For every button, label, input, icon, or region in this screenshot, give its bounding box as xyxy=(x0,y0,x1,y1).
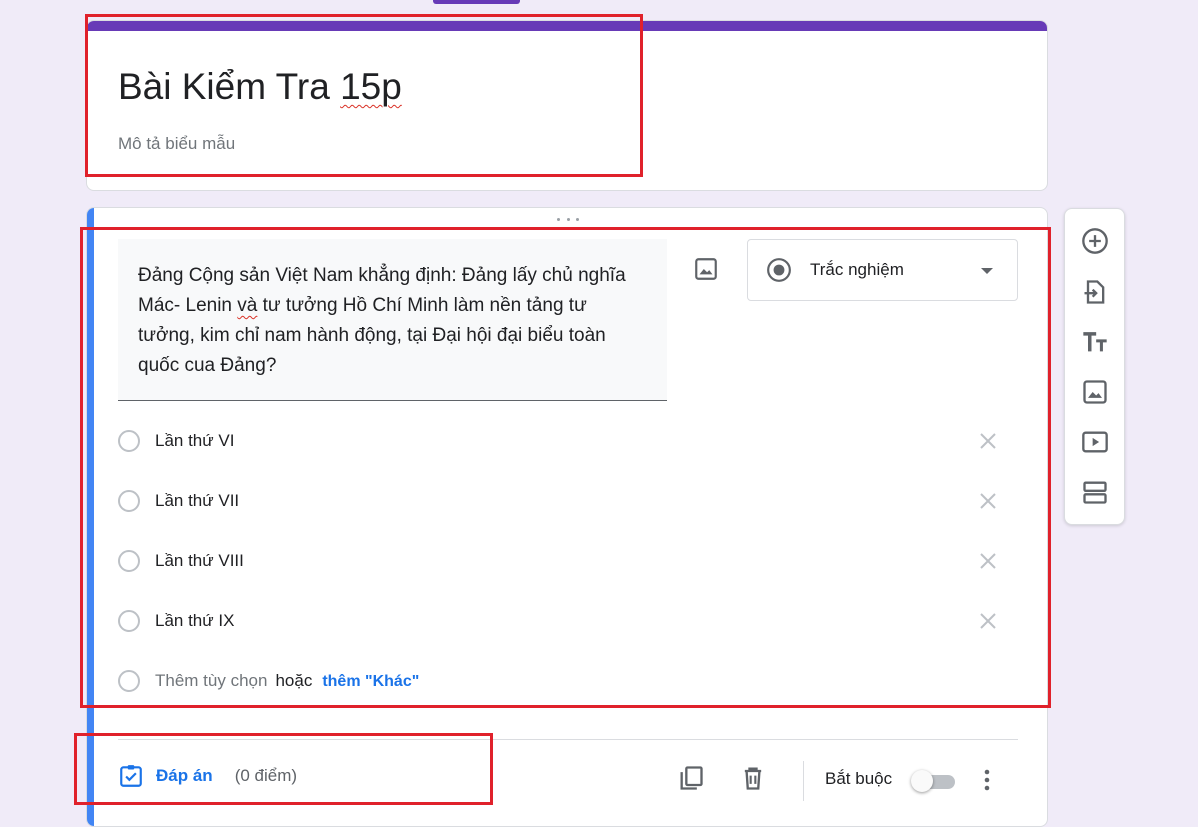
form-title-card: Bài Kiểm Tra 15p Mô tả biểu mẫu xyxy=(86,20,1048,191)
radio-circle-icon xyxy=(118,610,140,632)
active-question-indicator xyxy=(87,208,94,826)
duplicate-icon[interactable] xyxy=(677,764,705,792)
import-questions-icon[interactable] xyxy=(1081,278,1109,306)
drag-handle-icon[interactable] xyxy=(557,218,579,226)
add-option-button[interactable]: Thêm tùy chọn xyxy=(155,671,267,690)
chevron-down-icon xyxy=(981,268,993,274)
option-row[interactable]: Lần thứ VIII xyxy=(118,542,1008,582)
answer-key-label: Đáp án xyxy=(156,766,213,785)
option-row[interactable]: Lần thứ VI xyxy=(118,422,1008,462)
add-image-to-question-icon[interactable] xyxy=(693,256,719,282)
question-type-dropdown[interactable]: Trắc nghiệm xyxy=(747,239,1018,301)
question-type-label: Trắc nghiệm xyxy=(810,260,904,279)
points-label: (0 điểm) xyxy=(234,766,298,785)
add-title-icon[interactable] xyxy=(1081,328,1109,356)
answer-key-button[interactable]: Đáp án (0 điểm) xyxy=(118,761,297,791)
close-icon[interactable] xyxy=(976,489,1000,513)
close-icon[interactable] xyxy=(976,549,1000,573)
radio-circle-icon xyxy=(118,670,140,692)
footer-divider xyxy=(118,739,1018,740)
form-title-misspelled: 15p xyxy=(340,66,402,107)
side-toolbar xyxy=(1064,208,1125,525)
required-label: Bắt buộc xyxy=(825,769,893,788)
active-tab-indicator xyxy=(433,0,520,4)
footer-separator xyxy=(803,761,804,801)
option-row[interactable]: Lần thứ VII xyxy=(118,482,1008,522)
form-title-text: Bài Kiểm Tra xyxy=(118,66,341,107)
question-title-field[interactable]: Đảng Cộng sản Việt Nam khẳng định: Đảng … xyxy=(118,239,667,401)
title-accent-bar xyxy=(87,21,1047,31)
or-text: hoặc xyxy=(275,671,313,690)
form-title[interactable]: Bài Kiểm Tra 15p xyxy=(118,65,402,109)
add-option-row: Thêm tùy chọn hoặc thêm "Khác" xyxy=(118,662,1008,702)
more-vert-icon[interactable] xyxy=(975,766,999,794)
form-description-field[interactable]: Mô tả biểu mẫu xyxy=(118,134,235,154)
option-label[interactable]: Lần thứ VII xyxy=(155,491,239,511)
question-text: Đảng Cộng sản Việt Nam khẳng định: Đảng … xyxy=(138,265,626,376)
radio-button-checked-icon xyxy=(767,258,791,282)
option-label[interactable]: Lần thứ IX xyxy=(155,611,234,631)
add-question-icon[interactable] xyxy=(1081,227,1109,255)
option-label[interactable]: Lần thứ VIII xyxy=(155,551,244,571)
option-label[interactable]: Lần thứ VI xyxy=(155,431,234,451)
required-toggle[interactable] xyxy=(909,769,959,792)
radio-circle-icon xyxy=(118,490,140,512)
add-option-text: Thêm tùy chọn hoặc thêm "Khác" xyxy=(155,671,419,691)
question-card[interactable]: Đảng Cộng sản Việt Nam khẳng định: Đảng … xyxy=(86,207,1048,827)
add-other-link[interactable]: thêm "Khác" xyxy=(322,673,419,690)
close-icon[interactable] xyxy=(976,609,1000,633)
delete-icon[interactable] xyxy=(739,764,767,792)
add-section-icon[interactable] xyxy=(1081,478,1109,506)
radio-circle-icon xyxy=(118,430,140,452)
toggle-thumb xyxy=(911,770,933,792)
option-row[interactable]: Lần thứ IX xyxy=(118,602,1008,642)
add-video-icon[interactable] xyxy=(1081,428,1109,456)
add-image-icon[interactable] xyxy=(1081,378,1109,406)
close-icon[interactable] xyxy=(976,429,1000,453)
radio-circle-icon xyxy=(118,550,140,572)
answer-key-checkbox-icon xyxy=(120,765,142,787)
question-misspelled-word: và xyxy=(237,295,258,316)
